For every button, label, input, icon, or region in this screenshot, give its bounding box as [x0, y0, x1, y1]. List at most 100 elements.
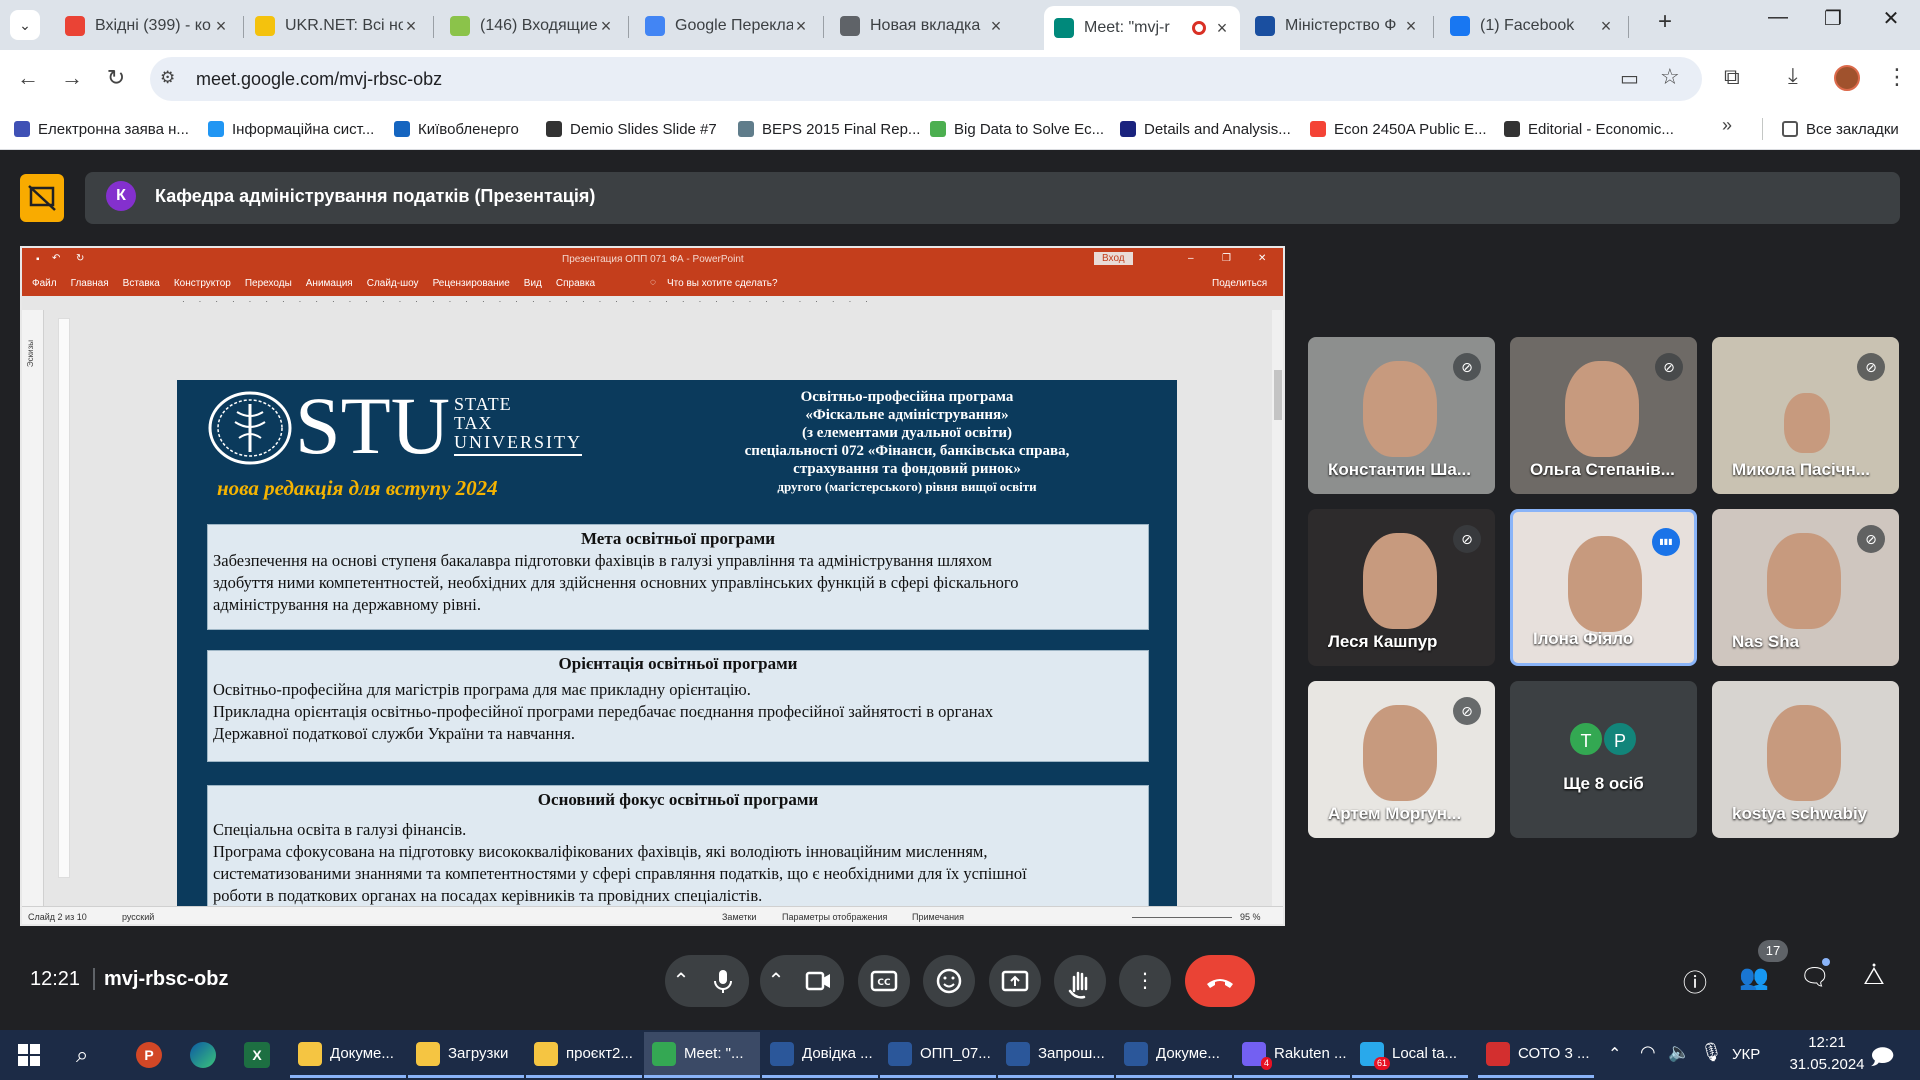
raise-hand-button[interactable] — [1054, 955, 1106, 1007]
meeting-info-icon[interactable]: ⓘ — [1677, 963, 1713, 998]
reload-icon[interactable]: ↻ — [100, 62, 132, 94]
participant-name: Константин Ша... — [1328, 460, 1472, 479]
back-icon[interactable]: ← — [12, 62, 44, 94]
taskbar-item[interactable]: 61 Local ta... — [1352, 1032, 1468, 1078]
tab-7[interactable]: (1) Facebook × — [1440, 6, 1624, 46]
tab-close-icon[interactable]: × — [403, 16, 419, 37]
all-bookmarks[interactable]: Все закладки — [1782, 116, 1899, 142]
captions-button[interactable]: CC — [858, 955, 910, 1007]
participant-tile[interactable]: Ольга Степанів... ⊘ — [1510, 337, 1697, 494]
tab-close-icon[interactable]: × — [1403, 16, 1419, 37]
facebook-icon — [1450, 16, 1470, 36]
bookmark-item[interactable]: Електронна заява н... — [14, 116, 189, 142]
site-info-icon[interactable]: ⚙ — [160, 68, 175, 88]
url-text[interactable]: meet.google.com/mvj-rbsc-obz — [196, 69, 442, 90]
unread-badge: 4 — [1260, 1056, 1272, 1070]
participant-tile[interactable]: Ілона Фіяло ▮▮▮ — [1510, 509, 1697, 666]
participant-tile[interactable]: Артем Моргун... ⊘ — [1308, 681, 1495, 838]
participant-tile[interactable]: kostya schwabiy — [1712, 681, 1899, 838]
bookmark-item[interactable]: Demio Slides Slide #7 — [546, 116, 717, 142]
camera-button[interactable] — [792, 955, 844, 1007]
participant-tile[interactable]: Леся Кашпур ⊘ — [1308, 509, 1495, 666]
bookmark-star-icon[interactable]: ☆ — [1660, 64, 1680, 90]
bookmark-item[interactable]: Інформаційна сист... — [208, 116, 374, 142]
leave-call-button[interactable] — [1185, 955, 1255, 1007]
network-icon[interactable]: ◠ — [1640, 1042, 1656, 1063]
tab-search-button[interactable]: ⌄ — [10, 10, 40, 40]
windows-start-icon[interactable] — [18, 1044, 40, 1071]
chat-icon[interactable]: 🗨 — [1797, 963, 1833, 992]
clock-time[interactable]: 12:21 — [1792, 1034, 1862, 1051]
tab-close-icon[interactable]: × — [988, 16, 1004, 37]
taskbar-item[interactable]: Довідка ... — [762, 1032, 878, 1078]
taskbar-item[interactable]: СОТО 3 ... — [1478, 1032, 1594, 1078]
orientation-line-1: Освітньо-професійна для магістрів програ… — [213, 680, 751, 699]
bookmark-item[interactable]: BEPS 2015 Final Rep... — [738, 116, 920, 142]
bookmark-item[interactable]: Big Data to Solve Ec... — [930, 116, 1104, 142]
tab-3[interactable]: Google Перекла × — [635, 6, 819, 46]
participant-tile[interactable]: Микола Пасічн... ⊘ — [1712, 337, 1899, 494]
more-participants-avatars: ТР — [1568, 721, 1638, 757]
restore-icon[interactable]: ❐ — [1810, 6, 1856, 31]
tab-1[interactable]: UKR.NET: Всі нов × — [245, 6, 429, 46]
microphone-tray-icon[interactable]: 🎙 — [1700, 1042, 1723, 1063]
tab-close-icon[interactable]: × — [598, 16, 614, 37]
taskbar-item[interactable]: Докуме... — [1116, 1032, 1232, 1078]
bookmark-item[interactable]: Київобленерго — [394, 116, 519, 142]
participant-tile[interactable]: Константин Ша... ⊘ — [1308, 337, 1495, 494]
ribbon-tab: Анимация — [305, 278, 353, 289]
taskbar-item[interactable]: Meet: "... — [644, 1032, 760, 1078]
new-tab-button[interactable]: + — [1650, 8, 1680, 42]
more-bookmarks-icon[interactable]: » — [1722, 115, 1732, 136]
minimize-icon[interactable]: — — [1755, 6, 1801, 29]
input-language[interactable]: УКР — [1732, 1046, 1760, 1063]
camera-status-icon[interactable]: ▭ — [1620, 66, 1639, 91]
mic-off-icon: ⊘ — [1655, 353, 1683, 381]
volume-icon[interactable]: 🔈 — [1668, 1042, 1690, 1063]
taskbar-item[interactable]: Докуме... — [290, 1032, 406, 1078]
taskbar-item[interactable]: Запрош... — [998, 1032, 1114, 1078]
taskbar-item[interactable]: ОПП_07... — [880, 1032, 996, 1078]
tab-0[interactable]: Вхідні (399) - ко × — [55, 6, 239, 46]
more-options-button[interactable]: ⋮ — [1119, 955, 1171, 1007]
show-hidden-icons-icon[interactable]: ⌃ — [1608, 1044, 1621, 1064]
clock-date[interactable]: 31.05.2024 — [1782, 1056, 1872, 1073]
present-button[interactable] — [989, 955, 1041, 1007]
taskbar-item[interactable]: 4 Rakuten ... — [1234, 1032, 1350, 1078]
tab-close-icon[interactable]: × — [1214, 18, 1230, 39]
bookmark-item[interactable]: Econ 2450A Public E... — [1310, 116, 1487, 142]
activities-icon[interactable]: ⧊ — [1856, 963, 1892, 991]
people-icon[interactable]: 👥 — [1736, 963, 1772, 992]
tab-close-icon[interactable]: × — [793, 16, 809, 37]
video-options-chevron-icon[interactable]: ⌃ — [760, 955, 792, 1007]
reactions-button[interactable] — [923, 955, 975, 1007]
download-icon[interactable]: ⤓ — [1788, 63, 1798, 89]
taskbar-item[interactable]: проєкт2... — [526, 1032, 642, 1078]
microphone-button[interactable] — [697, 955, 749, 1007]
tab-6[interactable]: Міністерство Ф × — [1245, 6, 1429, 46]
edge-app-icon[interactable] — [190, 1042, 216, 1068]
taskbar-item[interactable]: Загрузки — [408, 1032, 524, 1078]
tab-5[interactable]: Meet: "mvj-r × — [1044, 6, 1240, 50]
notifications-icon[interactable]: 🗩 — [1870, 1040, 1894, 1078]
extensions-icon[interactable]: ⧉ — [1724, 64, 1740, 90]
taskbar-search-icon[interactable]: ⌕ — [76, 1042, 88, 1068]
tab-close-icon[interactable]: × — [1598, 16, 1614, 37]
tab-4[interactable]: Новая вкладка × — [830, 6, 1014, 46]
profile-avatar[interactable] — [1834, 65, 1860, 91]
participant-tile[interactable]: Т Р Ще 8 осіб — [1510, 681, 1697, 838]
excel-app-icon[interactable]: X — [244, 1042, 270, 1068]
participant-tile[interactable]: Nas Sha ⊘ — [1712, 509, 1899, 666]
taskbar-item-label: Запрош... — [1038, 1045, 1105, 1062]
menu-icon[interactable]: ⋮ — [1886, 64, 1908, 90]
bookmark-item[interactable]: Details and Analysis... — [1120, 116, 1291, 142]
tab-close-icon[interactable]: × — [213, 16, 229, 37]
bookmark-item[interactable]: Editorial - Economic... — [1504, 116, 1674, 142]
tab-2[interactable]: (146) Входящие × — [440, 6, 624, 46]
close-window-icon[interactable]: ✕ — [1868, 6, 1914, 31]
ppt-login-button: Вход — [1094, 252, 1133, 265]
audio-options-chevron-icon[interactable]: ⌃ — [665, 955, 697, 1007]
goal-box: Мета освітньої програми Забезпечення на … — [207, 524, 1149, 630]
forward-icon[interactable]: → — [56, 62, 88, 94]
powerpoint-app-icon[interactable]: P — [136, 1042, 162, 1068]
